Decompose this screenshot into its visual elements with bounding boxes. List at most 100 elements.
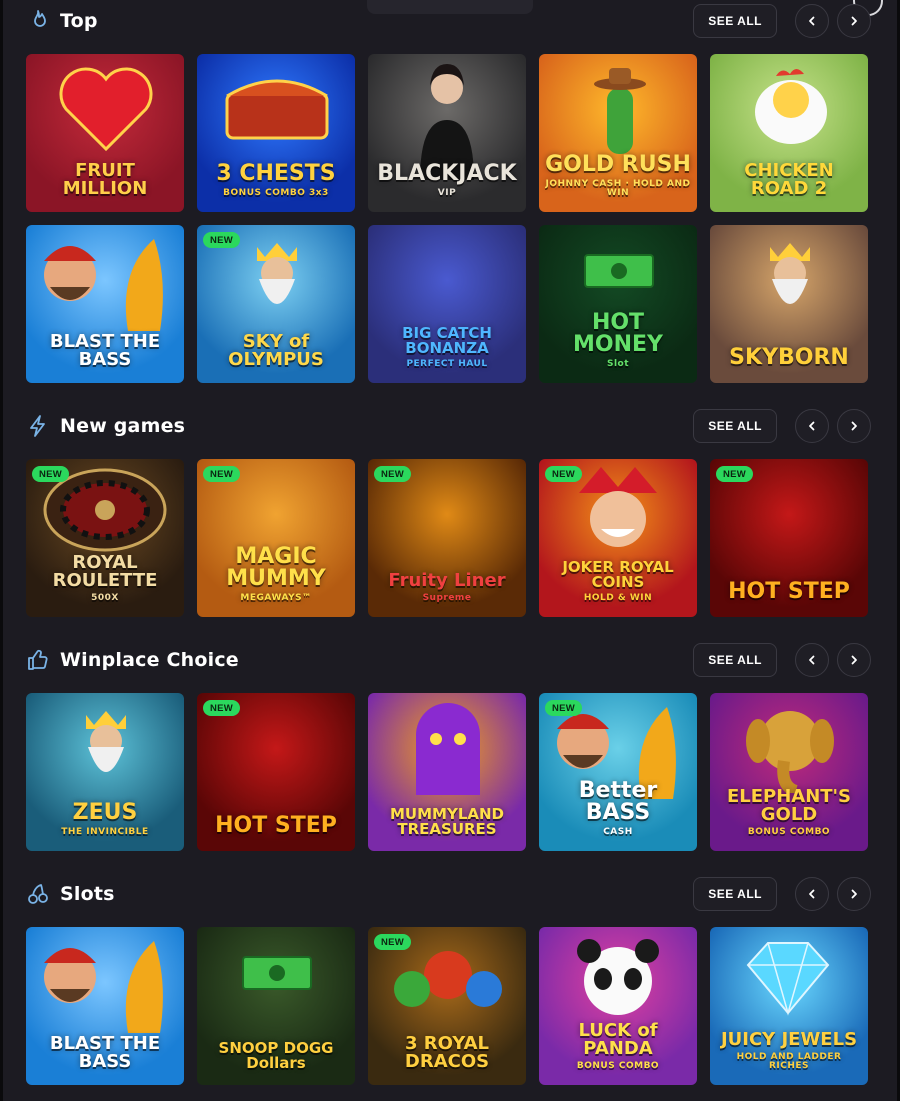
game-title: SKYBORN <box>716 347 862 369</box>
game-tile-better-bass[interactable]: NEW Better BASS CASH <box>539 693 697 851</box>
game-tile-chicken-road-2[interactable]: CHICKEN ROAD 2 <box>710 54 868 212</box>
game-title-text: MUMMYLAND TREASURES <box>390 805 504 838</box>
game-tile-zeus[interactable]: ZEUS THE INVINCIBLE <box>26 693 184 851</box>
game-tile-hot-step[interactable]: NEW HOT STEP <box>197 693 355 851</box>
new-badge: NEW <box>203 232 241 248</box>
new-badge: NEW <box>374 934 412 950</box>
section-title-slots[interactable]: Slots <box>26 876 115 912</box>
chevron-right-icon <box>849 16 859 26</box>
game-title-text: JOKER ROYAL COINS <box>562 558 674 591</box>
new-badge: NEW <box>374 466 412 482</box>
game-tile-gold-rush[interactable]: GOLD RUSH JOHNNY CASH · HOLD AND WIN <box>539 54 697 212</box>
game-tile-joker-royal-coins[interactable]: NEW JOKER ROYAL COINS HOLD & WIN <box>539 459 697 617</box>
game-title: BIG CATCH BONANZA PERFECT HAUL <box>374 326 520 369</box>
game-tile-juicy-jewels[interactable]: JUICY JEWELS HOLD AND LADDER RICHES <box>710 927 868 1085</box>
game-tile-skyborn[interactable]: SKYBORN <box>710 225 868 383</box>
game-title: MAGIC MUMMY MEGAWAYS™ <box>203 546 349 603</box>
game-title: HOT STEP <box>203 815 349 837</box>
game-title: LUCK of PANDA BONUS COMBO <box>545 1022 691 1071</box>
see-all-button[interactable]: SEE ALL <box>693 877 777 911</box>
game-subtitle: HOLD & WIN <box>583 593 653 603</box>
game-tile-sky-of-olympus[interactable]: NEW SKY of OLYMPUS <box>197 225 355 383</box>
chevron-right-icon <box>849 421 859 431</box>
game-subtitle: MEGAWAYS™ <box>240 593 312 603</box>
section-controls: SEE ALL <box>693 408 871 444</box>
next-arrow-button[interactable] <box>837 877 871 911</box>
prev-arrow-button[interactable] <box>795 409 829 443</box>
game-tile-royal-roulette[interactable]: NEW ROYAL ROULETTE 500X <box>26 459 184 617</box>
section-title-new-games[interactable]: New games <box>26 408 185 444</box>
game-tile-snoop-dogg-dollars[interactable]: SNOOP DOGG Dollars <box>197 927 355 1085</box>
game-row: NEW ROYAL ROULETTE 500X NEW MAGIC MUMMY … <box>26 459 868 617</box>
game-subtitle: VIP <box>437 188 457 198</box>
next-arrow-button[interactable] <box>837 4 871 38</box>
game-subtitle: JOHNNY CASH · HOLD AND WIN <box>545 179 691 198</box>
game-subtitle: BONUS COMBO <box>576 1061 660 1071</box>
prev-arrow-button[interactable] <box>795 877 829 911</box>
game-row: ZEUS THE INVINCIBLE NEW HOT STEP MUMMYLA… <box>26 693 868 851</box>
game-tile-3-chests[interactable]: 3 CHESTS BONUS COMBO 3x3 <box>197 54 355 212</box>
game-title-text: ROYAL ROULETTE <box>52 552 158 591</box>
game-title: ELEPHANT'S GOLD BONUS COMBO <box>716 788 862 837</box>
section-title-label: Slots <box>60 883 115 905</box>
game-subtitle: PERFECT HAUL <box>406 359 488 369</box>
section-controls: SEE ALL <box>693 3 871 39</box>
game-title-text: ELEPHANT'S GOLD <box>726 786 852 825</box>
game-row: BLAST THE BASS SNOOP DOGG Dollars NEW 3 … <box>26 927 868 1085</box>
section-title-winplace-choice[interactable]: Winplace Choice <box>26 642 239 678</box>
see-all-button[interactable]: SEE ALL <box>693 409 777 443</box>
game-tile-luck-of-panda[interactable]: LUCK of PANDA BONUS COMBO <box>539 927 697 1085</box>
new-badge: NEW <box>545 466 583 482</box>
game-tile-hot-step[interactable]: NEW HOT STEP <box>710 459 868 617</box>
flame-icon <box>26 9 50 33</box>
game-row: FRUIT MILLION 3 CHESTS BONUS COMBO 3x3 B… <box>26 54 868 212</box>
section-title-label: Winplace Choice <box>60 649 239 671</box>
see-all-button[interactable]: SEE ALL <box>693 4 777 38</box>
game-tile-hot-money[interactable]: HOT MONEY Slot <box>539 225 697 383</box>
game-title-text: HOT MONEY <box>573 310 663 357</box>
game-title-text: HOT STEP <box>215 813 337 838</box>
game-tile-fruit-million[interactable]: FRUIT MILLION <box>26 54 184 212</box>
game-title: 3 CHESTS BONUS COMBO 3x3 <box>203 163 349 198</box>
section-title-top[interactable]: Top <box>26 3 98 39</box>
game-tile-3-royal-dracos[interactable]: NEW 3 ROYAL DRACOS <box>368 927 526 1085</box>
game-tile-blackjack[interactable]: BLACKJACK VIP <box>368 54 526 212</box>
chevron-right-icon <box>849 655 859 665</box>
game-tile-fruity-liner[interactable]: NEW Fruity Liner Supreme <box>368 459 526 617</box>
prev-arrow-button[interactable] <box>795 4 829 38</box>
section-header-slots: Slots SEE ALL <box>26 876 871 912</box>
game-title-text: BIG CATCH BONANZA <box>402 324 492 357</box>
lightning-icon <box>26 414 50 438</box>
game-title: Better BASS CASH <box>545 780 691 837</box>
next-arrow-button[interactable] <box>837 409 871 443</box>
game-title-text: BLAST THE BASS <box>49 1033 161 1072</box>
next-arrow-button[interactable] <box>837 643 871 677</box>
game-title-text: BLAST THE BASS <box>49 331 161 370</box>
see-all-button[interactable]: SEE ALL <box>693 643 777 677</box>
prev-arrow-button[interactable] <box>795 643 829 677</box>
game-row: BLAST THE BASS NEW SKY of OLYMPUS BIG CA… <box>26 225 868 383</box>
game-title: JUICY JEWELS HOLD AND LADDER RICHES <box>716 1031 862 1071</box>
game-title-text: SKY of OLYMPUS <box>228 331 324 370</box>
game-title-text: 3 ROYAL DRACOS <box>404 1033 490 1072</box>
new-badge: NEW <box>32 466 70 482</box>
game-title: JOKER ROYAL COINS HOLD & WIN <box>545 560 691 603</box>
game-tile-blast-the-bass[interactable]: BLAST THE BASS <box>26 927 184 1085</box>
game-title: HOT MONEY Slot <box>545 312 691 369</box>
game-subtitle: Slot <box>606 359 630 369</box>
game-tile-big-catch-bonanza[interactable]: BIG CATCH BONANZA PERFECT HAUL <box>368 225 526 383</box>
game-title: MUMMYLAND TREASURES <box>374 807 520 837</box>
section-controls: SEE ALL <box>693 876 871 912</box>
game-title-text: HOT STEP <box>728 579 850 604</box>
game-tile-mummyland-treasures[interactable]: MUMMYLAND TREASURES <box>368 693 526 851</box>
section-title-label: Top <box>60 10 98 32</box>
game-tile-elephant-s-gold[interactable]: ELEPHANT'S GOLD BONUS COMBO <box>710 693 868 851</box>
game-title-text: ZEUS <box>72 800 138 825</box>
game-title: BLAST THE BASS <box>32 333 178 369</box>
game-tile-magic-mummy[interactable]: NEW MAGIC MUMMY MEGAWAYS™ <box>197 459 355 617</box>
game-title: SNOOP DOGG Dollars <box>203 1041 349 1071</box>
game-title: BLAST THE BASS <box>32 1035 178 1071</box>
game-tile-blast-the-bass[interactable]: BLAST THE BASS <box>26 225 184 383</box>
game-subtitle: BONUS COMBO <box>747 827 831 837</box>
game-title-text: LUCK of PANDA <box>578 1020 658 1059</box>
